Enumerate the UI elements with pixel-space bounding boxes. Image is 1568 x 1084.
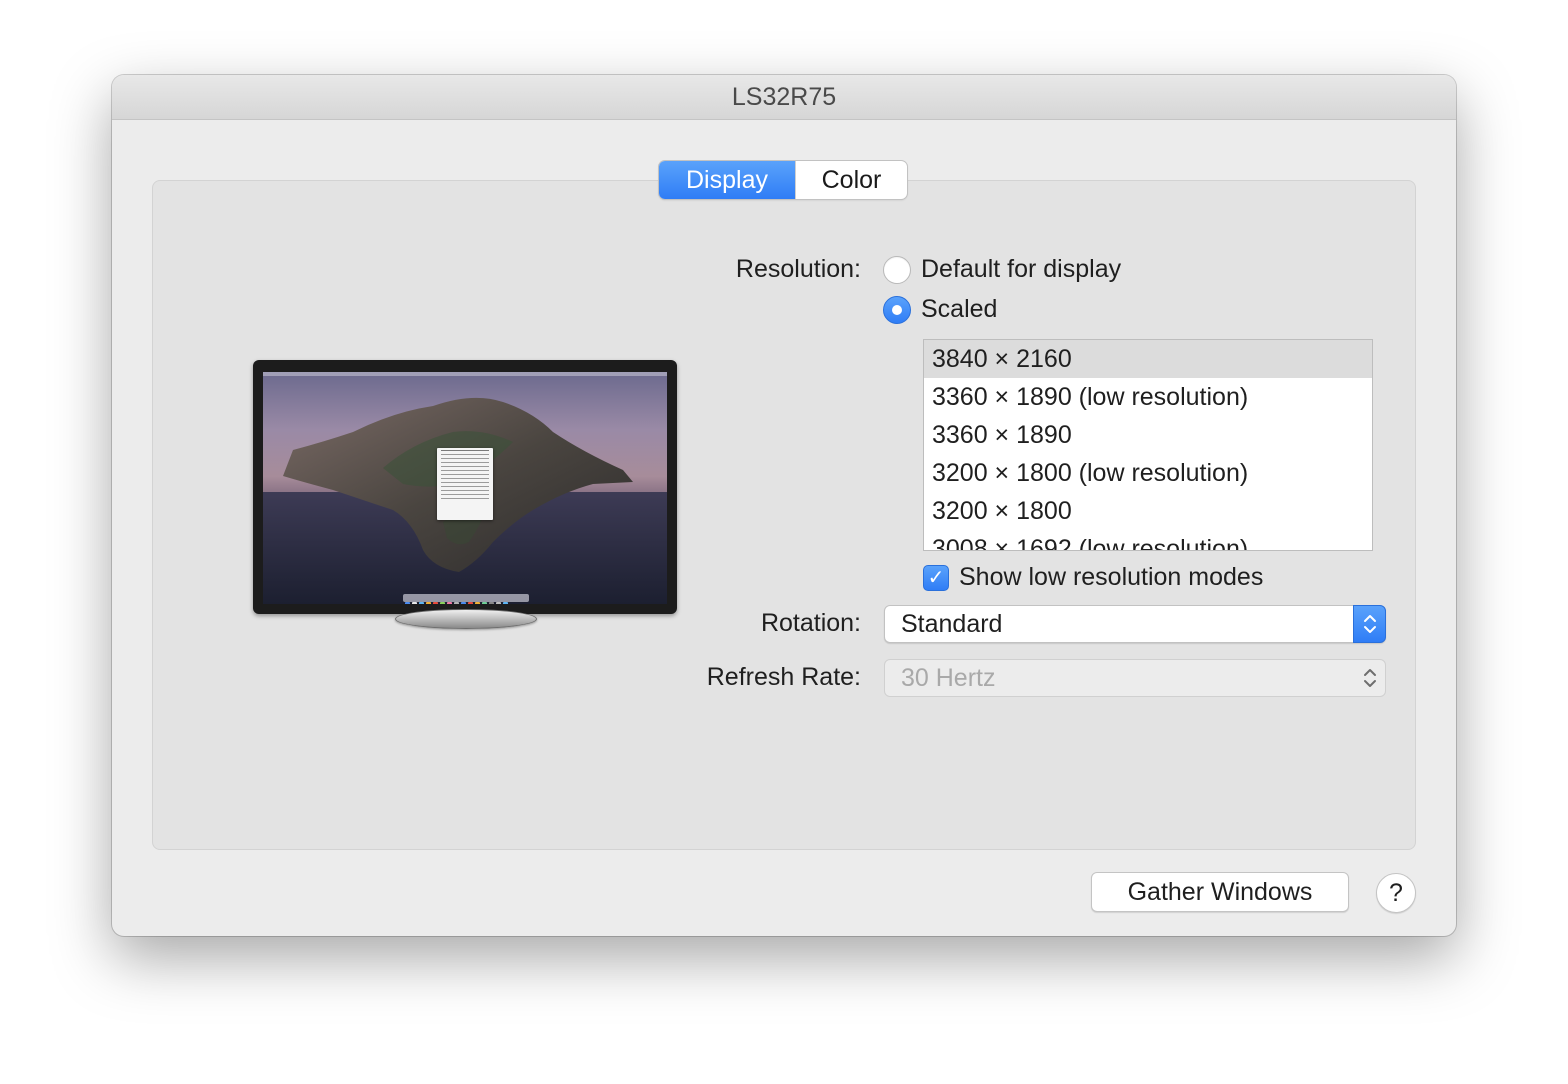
monitor-stand (395, 609, 537, 629)
resolution-list-item[interactable]: 3200 × 1800 (low resolution) (924, 454, 1372, 492)
scaled-resolution-list[interactable]: 3840 × 2160 3360 × 1890 (low resolution)… (923, 339, 1373, 551)
tab-display[interactable]: Display (659, 161, 795, 199)
resolution-list-item[interactable]: 3200 × 1800 (924, 492, 1372, 530)
title-bar[interactable]: LS32R75 (112, 75, 1456, 120)
resolution-list-item[interactable]: 3840 × 2160 (924, 340, 1372, 378)
desktop-wallpaper-image (263, 372, 667, 604)
help-button[interactable]: ? (1376, 873, 1416, 913)
tab-color[interactable]: Color (795, 161, 907, 199)
refresh-rate-label: Refresh Rate: (706, 663, 861, 691)
preview-dock (403, 594, 529, 604)
display-settings-panel: Resolution: Default for display Scaled 3… (152, 180, 1416, 850)
scaled-radio[interactable] (883, 296, 911, 324)
scaled-label[interactable]: Scaled (921, 295, 997, 324)
resolution-list-item[interactable]: 3360 × 1890 (924, 416, 1372, 454)
tab-segmented-control: Display Color (659, 161, 907, 199)
preview-document-window (437, 448, 493, 520)
resolution-list-item[interactable]: 3008 × 1692 (low resolution) (924, 530, 1372, 550)
resolution-list-item[interactable]: 3360 × 1890 (low resolution) (924, 378, 1372, 416)
resolution-label: Resolution: (735, 255, 861, 283)
refresh-rate-popup[interactable]: 30 Hertz (884, 659, 1386, 697)
refresh-rate-value: 30 Hertz (901, 664, 996, 692)
show-low-resolution-label[interactable]: Show low resolution modes (959, 563, 1263, 592)
window-title: LS32R75 (731, 82, 837, 111)
rotation-popup[interactable]: Standard (884, 605, 1386, 643)
updown-chevron-icon (1353, 659, 1386, 697)
show-low-resolution-checkbox[interactable]: ✓ (923, 565, 949, 591)
checkmark-icon: ✓ (927, 567, 945, 589)
default-for-display-label[interactable]: Default for display (921, 255, 1121, 284)
rotation-value: Standard (901, 610, 1003, 638)
gather-windows-button[interactable]: Gather Windows (1091, 872, 1349, 912)
display-preferences-window: LS32R75 Resolution: Default for display … (112, 75, 1456, 936)
question-mark-icon: ? (1389, 878, 1403, 907)
rotation-label: Rotation: (760, 609, 861, 637)
updown-chevron-icon (1353, 605, 1386, 643)
default-for-display-radio[interactable] (883, 256, 911, 284)
display-preview-image (253, 360, 677, 614)
